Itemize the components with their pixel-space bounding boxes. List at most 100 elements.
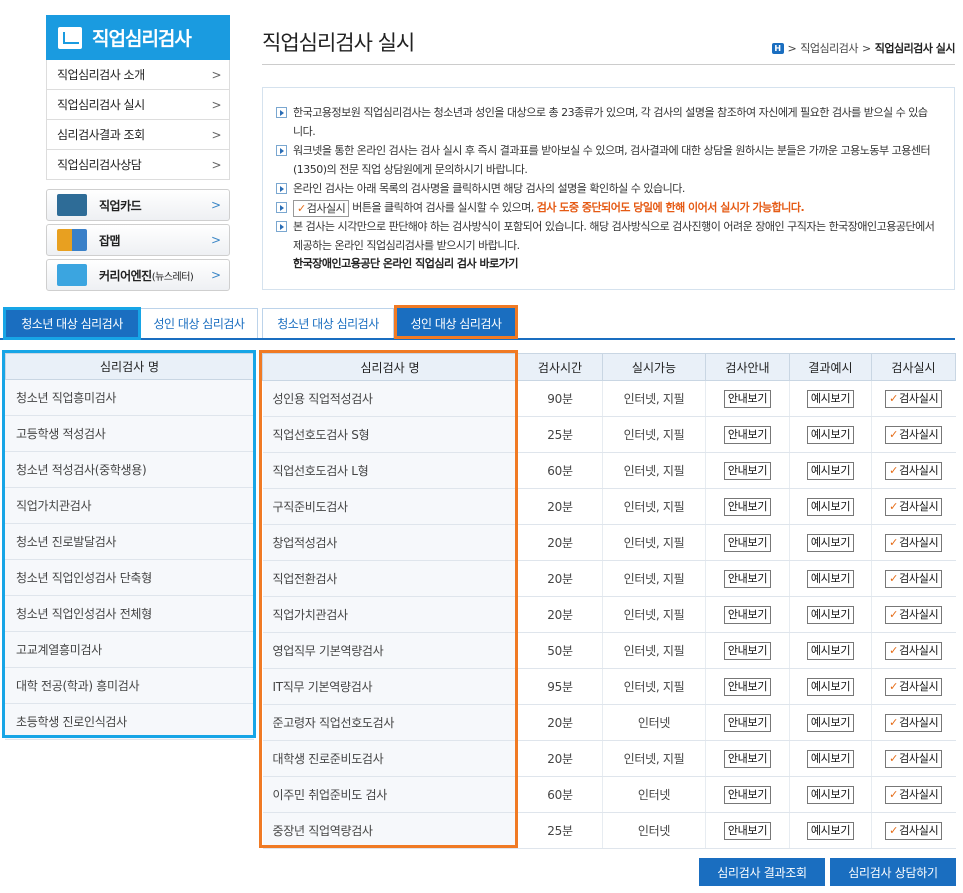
chevron-right-icon: > [211, 67, 221, 82]
example-button[interactable]: 예시보기 [806, 461, 855, 480]
run-test-button[interactable]: ✓검사실시 [885, 425, 943, 444]
guide-button[interactable]: 안내보기 [723, 677, 772, 696]
tab-adult[interactable]: 성인 대상 심리검사 [140, 308, 258, 338]
career-engine-link[interactable]: 커리어엔진(뉴스레터) > [46, 259, 230, 291]
adult-test-row: 성인용 직업적성검사 90분 인터넷, 지필 안내보기 예시보기 ✓검사실시 [262, 380, 956, 417]
youth-test-row[interactable]: 대학 전공(학과) 흥미검사 [5, 668, 254, 704]
test-time: 50분 [517, 632, 603, 669]
test-name-link[interactable]: 창업적성검사 [262, 524, 518, 561]
info-line: 본 검사는 시각만으로 판단해야 하는 검사방식이 포함되어 있습니다. 해당 … [276, 217, 936, 255]
run-test-button[interactable]: ✓검사실시 [885, 533, 943, 552]
youth-test-row[interactable]: 직업가치관검사 [5, 488, 254, 524]
run-test-button[interactable]: ✓검사실시 [885, 785, 943, 804]
tab-adult-active[interactable]: 성인 대상 심리검사 [397, 308, 515, 338]
youth-test-row[interactable]: 고교계열흥미검사 [5, 632, 254, 668]
tab-youth-active[interactable]: 청소년 대상 심리검사 [6, 308, 138, 338]
adult-test-row: 중장년 직업역량검사 25분 인터넷 안내보기 예시보기 ✓검사실시 [262, 812, 956, 849]
example-button[interactable]: 예시보기 [806, 749, 855, 768]
check-icon: ✓ [889, 391, 899, 405]
test-name-link[interactable]: 영업직무 기본역량검사 [262, 632, 518, 669]
youth-test-row[interactable]: 청소년 직업인성검사 단축형 [5, 560, 254, 596]
test-mode: 인터넷, 지필 [602, 416, 706, 453]
guide-button[interactable]: 안내보기 [723, 461, 772, 480]
example-button[interactable]: 예시보기 [806, 677, 855, 696]
disability-test-link[interactable]: 한국장애인고용공단 온라인 직업심리 검사 바로가기 [293, 255, 936, 271]
view-results-button[interactable]: 심리검사 결과조회 [699, 858, 825, 886]
guide-button[interactable]: 안내보기 [723, 533, 772, 552]
tab-youth[interactable]: 청소년 대상 심리검사 [262, 308, 394, 338]
check-icon: ✓ [889, 679, 899, 693]
example-button[interactable]: 예시보기 [806, 497, 855, 516]
run-test-button[interactable]: ✓검사실시 [885, 497, 943, 516]
adult-table-header: 심리검사 명 검사시간 실시가능 검사안내 결과예시 검사실시 [262, 353, 956, 381]
test-name-link[interactable]: 준고령자 직업선호도검사 [262, 704, 518, 741]
job-card-icon [57, 194, 87, 216]
adult-test-row: 대학생 진로준비도검사 20분 인터넷, 지필 안내보기 예시보기 ✓검사실시 [262, 740, 956, 777]
sidebar-item-run[interactable]: 직업심리검사 실시 > [47, 90, 229, 120]
guide-button[interactable]: 안내보기 [723, 389, 772, 408]
example-button[interactable]: 예시보기 [806, 785, 855, 804]
chevron-right-icon: > [211, 97, 221, 112]
check-icon: ✓ [889, 643, 899, 657]
breadcrumb-item[interactable]: 직업심리검사 [800, 40, 858, 56]
guide-button[interactable]: 안내보기 [723, 497, 772, 516]
example-button[interactable]: 예시보기 [806, 425, 855, 444]
tab-underline [0, 338, 955, 340]
run-test-button[interactable]: ✓검사실시 [885, 677, 943, 696]
consult-button[interactable]: 심리검사 상담하기 [830, 858, 956, 886]
run-test-button[interactable]: ✓검사실시 [885, 641, 943, 660]
guide-button[interactable]: 안내보기 [723, 749, 772, 768]
run-test-button[interactable]: ✓검사실시 [885, 713, 943, 732]
youth-test-row[interactable]: 고등학생 적성검사 [5, 416, 254, 452]
test-name-link[interactable]: 직업전환검사 [262, 560, 518, 597]
guide-button[interactable]: 안내보기 [723, 821, 772, 840]
test-name-link[interactable]: 구직준비도검사 [262, 488, 518, 525]
home-icon[interactable]: H [771, 42, 784, 54]
example-button[interactable]: 예시보기 [806, 569, 855, 588]
example-button[interactable]: 예시보기 [806, 821, 855, 840]
youth-test-row[interactable]: 청소년 진로발달검사 [5, 524, 254, 560]
test-mode: 인터넷 [602, 812, 706, 849]
example-button[interactable]: 예시보기 [806, 713, 855, 732]
sidebar-item-intro[interactable]: 직업심리검사 소개 > [47, 60, 229, 90]
test-name-link[interactable]: 직업선호도검사 L형 [262, 452, 518, 489]
test-name-link[interactable]: 직업가치관검사 [262, 596, 518, 633]
run-test-button[interactable]: ✓검사실시 [885, 461, 943, 480]
guide-button[interactable]: 안내보기 [723, 569, 772, 588]
test-name-link[interactable]: IT직무 기본역량검사 [262, 668, 518, 705]
test-name-link[interactable]: 대학생 진로준비도검사 [262, 740, 518, 777]
example-button[interactable]: 예시보기 [806, 641, 855, 660]
guide-button[interactable]: 안내보기 [723, 605, 772, 624]
test-name-link[interactable]: 직업선호도검사 S형 [262, 416, 518, 453]
test-name-link[interactable]: 중장년 직업역량검사 [262, 812, 518, 849]
info-line: 워크넷을 통한 온라인 검사는 검사 실시 후 즉시 결과표를 받아보실 수 있… [276, 141, 936, 179]
guide-button[interactable]: 안내보기 [723, 713, 772, 732]
run-test-button[interactable]: ✓검사실시 [885, 389, 943, 408]
guide-button[interactable]: 안내보기 [723, 425, 772, 444]
example-button[interactable]: 예시보기 [806, 605, 855, 624]
test-mode: 인터넷, 지필 [602, 596, 706, 633]
check-icon: ✓ [889, 751, 899, 765]
example-button[interactable]: 예시보기 [806, 389, 855, 408]
run-test-button[interactable]: ✓검사실시 [885, 749, 943, 768]
job-card-link[interactable]: 직업카드 > [46, 189, 230, 221]
youth-test-row[interactable]: 초등학생 진로인식검사 [5, 704, 254, 740]
test-time: 20분 [517, 488, 603, 525]
run-test-button[interactable]: ✓검사실시 [885, 569, 943, 588]
run-test-button[interactable]: ✓검사실시 [885, 605, 943, 624]
chevron-right-icon: > [210, 198, 221, 212]
youth-test-row[interactable]: 청소년 직업흥미검사 [5, 380, 254, 416]
guide-button[interactable]: 안내보기 [723, 641, 772, 660]
example-button[interactable]: 예시보기 [806, 533, 855, 552]
youth-test-row[interactable]: 청소년 적성검사(중학생용) [5, 452, 254, 488]
sidebar-item-consult[interactable]: 직업심리검사상담 > [47, 150, 229, 180]
job-map-icon [57, 229, 87, 251]
sidebar-item-results[interactable]: 심리검사결과 조회 > [47, 120, 229, 150]
job-map-link[interactable]: 잡맵 > [46, 224, 230, 256]
test-name-link[interactable]: 성인용 직업적성검사 [262, 380, 518, 417]
guide-button[interactable]: 안내보기 [723, 785, 772, 804]
youth-test-row[interactable]: 청소년 직업인성검사 전체형 [5, 596, 254, 632]
test-name-link[interactable]: 이주민 취업준비도 검사 [262, 776, 518, 813]
chevron-right-icon: > [211, 127, 221, 142]
run-test-button[interactable]: ✓검사실시 [885, 821, 943, 840]
